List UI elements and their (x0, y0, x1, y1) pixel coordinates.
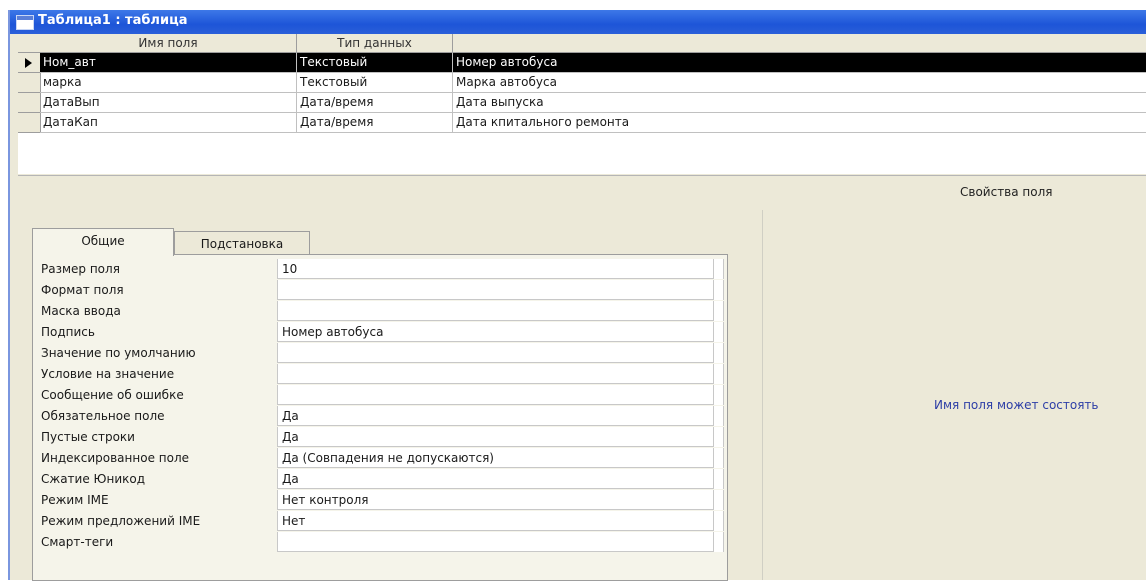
description-cell[interactable]: Дата кпитального ремонта (453, 113, 1146, 132)
property-row: Маска ввода (37, 301, 724, 322)
field-name-cell[interactable]: ДатаВып (40, 93, 297, 112)
property-row: Сообщение об ошибке (37, 385, 724, 406)
property-label: Сообщение об ошибке (41, 388, 184, 402)
property-value[interactable] (277, 301, 714, 321)
row-selector-2[interactable] (18, 73, 41, 93)
property-value[interactable] (277, 364, 714, 384)
property-row: Обязательное поле Да (37, 406, 724, 427)
property-value[interactable]: Да (Совпадения не допускаются) (277, 448, 714, 468)
property-value-edge (714, 511, 724, 531)
property-value-edge (714, 448, 724, 468)
property-row: Режим IME Нет контроля (37, 490, 724, 511)
table-row[interactable]: Ном_авт Текстовый Номер автобуса (40, 53, 1146, 73)
property-row: Пустые строки Да (37, 427, 724, 448)
property-label: Смарт-теги (41, 535, 114, 549)
property-label: Маска ввода (41, 304, 121, 318)
row-selector-1[interactable] (18, 53, 41, 73)
property-label: Подпись (41, 325, 95, 339)
tab-general[interactable]: Общие (32, 228, 174, 256)
property-value[interactable]: Да (277, 406, 714, 426)
property-value-edge (714, 259, 724, 279)
properties-panel: Размер поля 10 Формат поля Маска ввода П… (32, 254, 728, 581)
property-value[interactable] (277, 532, 714, 552)
property-row: Размер поля 10 (37, 259, 724, 280)
data-type-cell[interactable]: Текстовый (297, 53, 453, 72)
help-pane (762, 210, 1146, 580)
property-label: Сжатие Юникод (41, 472, 146, 486)
table-icon (16, 15, 34, 30)
property-label: Пустые строки (41, 430, 135, 444)
help-text: Имя поля может состоять (934, 398, 1099, 412)
column-header-data-type[interactable]: Тип данных (297, 34, 453, 53)
property-value-edge (714, 532, 724, 552)
field-name-cell[interactable]: Ном_авт (40, 53, 297, 72)
table-row[interactable]: ДатаВып Дата/время Дата выпуска (40, 93, 1146, 113)
property-value-edge (714, 280, 724, 300)
property-row: Значение по умолчанию (37, 343, 724, 364)
table-row[interactable]: ДатаКап Дата/время Дата кпитального ремо… (40, 113, 1146, 133)
data-type-cell[interactable]: Дата/время (297, 113, 453, 132)
grid-divider (18, 175, 1146, 176)
description-cell[interactable]: Дата выпуска (453, 93, 1146, 112)
property-value[interactable]: Нет контроля (277, 490, 714, 510)
property-value-edge (714, 322, 724, 342)
property-value-edge (714, 364, 724, 384)
property-row: Сжатие Юникод Да (37, 469, 724, 490)
property-row: Смарт-теги (37, 532, 724, 553)
property-value-edge (714, 301, 724, 321)
data-type-cell[interactable]: Текстовый (297, 73, 453, 92)
property-value[interactable]: Да (277, 427, 714, 447)
property-value[interactable]: Да (277, 469, 714, 489)
description-cell[interactable]: Марка автобуса (453, 73, 1146, 92)
property-value-edge (714, 427, 724, 447)
property-value[interactable] (277, 343, 714, 363)
property-label: Обязательное поле (41, 409, 165, 423)
property-label: Индексированное поле (41, 451, 190, 465)
window-title: Таблица1 : таблица (38, 13, 188, 28)
property-value[interactable]: Нет (277, 511, 714, 531)
property-label: Формат поля (41, 283, 124, 297)
title-bar[interactable]: Таблица1 : таблица (10, 10, 1146, 34)
property-value[interactable]: 10 (277, 259, 714, 279)
field-name-cell[interactable]: марка (40, 73, 297, 92)
tab-lookup[interactable]: Подстановка (174, 231, 310, 256)
property-value-edge (714, 406, 724, 426)
field-properties-label: Свойства поля (960, 185, 1053, 199)
property-label: Условие на значение (41, 367, 175, 381)
property-value-edge (714, 469, 724, 489)
property-label: Режим предложений IME (41, 514, 201, 528)
property-value[interactable] (277, 385, 714, 405)
property-label: Размер поля (41, 262, 120, 276)
property-value[interactable]: Номер автобуса (277, 322, 714, 342)
description-cell[interactable]: Номер автобуса (453, 53, 1146, 72)
property-value-edge (714, 490, 724, 510)
property-row: Формат поля (37, 280, 724, 301)
property-label: Значение по умолчанию (41, 346, 196, 360)
property-value-edge (714, 343, 724, 363)
property-row: Индексированное поле Да (Совпадения не д… (37, 448, 724, 469)
property-value[interactable] (277, 280, 714, 300)
grid-corner (18, 34, 41, 53)
property-row: Режим предложений IME Нет (37, 511, 724, 532)
table-row[interactable]: марка Текстовый Марка автобуса (40, 73, 1146, 93)
field-name-cell[interactable]: ДатаКап (40, 113, 297, 132)
property-value-edge (714, 385, 724, 405)
property-row: Условие на значение (37, 364, 724, 385)
column-header-field-name[interactable]: Имя поля (40, 34, 297, 53)
table-design-window: Таблица1 : таблица Имя поля Тип данных Н… (8, 10, 1146, 581)
column-header-description[interactable] (453, 34, 1146, 53)
property-label: Режим IME (41, 493, 109, 507)
property-row: Подпись Номер автобуса (37, 322, 724, 343)
field-grid: Имя поля Тип данных Ном_авт Текстовый Но… (18, 34, 1146, 174)
data-type-cell[interactable]: Дата/время (297, 93, 453, 112)
current-row-arrow-icon (25, 58, 32, 68)
row-selector-4[interactable] (18, 113, 41, 133)
row-selector-3[interactable] (18, 93, 41, 113)
